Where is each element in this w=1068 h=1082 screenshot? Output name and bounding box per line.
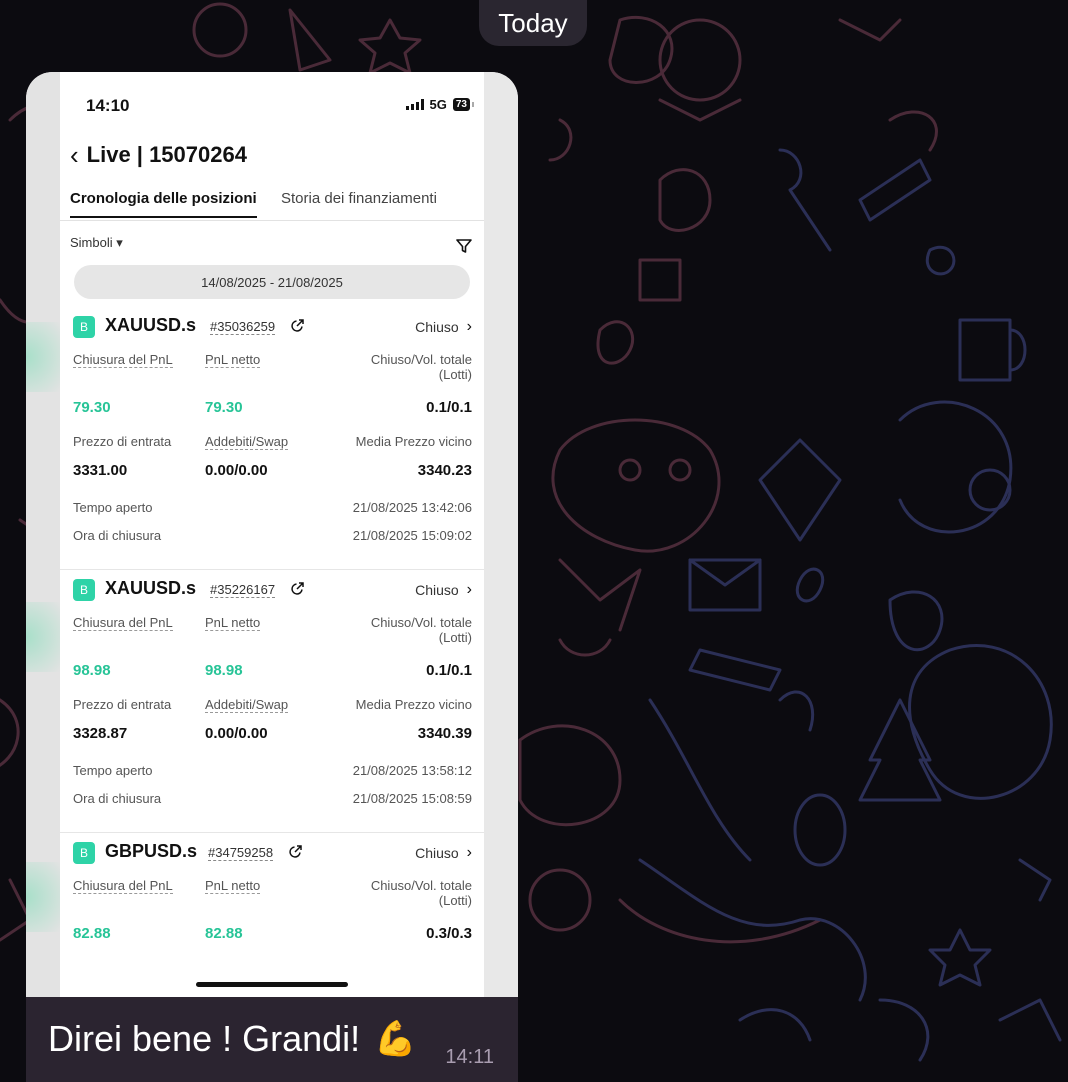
- buy-badge: B: [73, 842, 95, 864]
- avg-close-price-label: Media Prezzo vicino: [355, 434, 472, 449]
- open-time-label: Tempo aperto: [73, 500, 153, 515]
- close-time-label: Ora di chiusura: [73, 791, 162, 806]
- volume-value: 0.1/0.1: [426, 662, 472, 679]
- open-time-value: 21/08/2025 13:58:12: [352, 763, 472, 778]
- battery-icon: 73: [452, 98, 475, 111]
- signal-icon: [405, 99, 424, 110]
- avg-close-price-label: Media Prezzo vicino: [355, 697, 472, 712]
- avg-close-price-value: 3340.39: [417, 725, 472, 742]
- funnel-icon[interactable]: [456, 238, 472, 254]
- position-card[interactable]: B XAUUSD.s #35036259 Chiuso › Chiusura de…: [60, 307, 484, 570]
- external-link-icon[interactable]: [290, 318, 305, 333]
- status-closed-link[interactable]: Chiuso ›: [415, 318, 472, 336]
- order-id[interactable]: #34759258: [208, 845, 274, 861]
- fees-swap-label: Addebiti/Swap: [205, 697, 289, 713]
- volume-label: Chiuso/Vol. totale (Lotti): [370, 352, 472, 382]
- home-indicator: [196, 982, 348, 987]
- date-range-selector[interactable]: 14/08/2025 - 21/08/2025: [74, 265, 470, 299]
- order-id[interactable]: #35036259: [210, 319, 276, 335]
- phone-screen: 14:10 5G 73 ‹ Live | 15070264 Cronologia…: [60, 72, 484, 997]
- status-closed-link[interactable]: Chiuso ›: [415, 581, 472, 599]
- avg-close-price-value: 3340.23: [417, 462, 472, 479]
- chevron-left-icon[interactable]: ‹: [70, 142, 79, 168]
- message-bubble[interactable]: 14:10 5G 73 ‹ Live | 15070264 Cronologia…: [26, 72, 518, 1082]
- close-time-value: 21/08/2025 15:09:02: [352, 528, 472, 543]
- pnl-net-label: PnL netto: [205, 352, 261, 368]
- symbol-name: XAUUSD.s: [105, 578, 197, 598]
- status-label: Chiuso: [415, 582, 459, 598]
- external-link-icon[interactable]: [288, 844, 303, 859]
- pnl-close-value: 79.30: [73, 399, 111, 416]
- nav-header: ‹ Live | 15070264: [70, 142, 247, 168]
- status-label: Chiuso: [415, 319, 459, 335]
- volume-value: 0.1/0.1: [426, 399, 472, 416]
- flexed-biceps-emoji: 💪: [374, 1020, 417, 1058]
- tab-funding-history[interactable]: Storia dei finanziamenti: [281, 190, 437, 207]
- volume-label: Chiuso/Vol. totale (Lotti): [370, 878, 472, 908]
- position-card[interactable]: B XAUUSD.s #35226167 Chiuso › Chiusura de…: [60, 570, 484, 833]
- order-id[interactable]: #35226167: [210, 582, 276, 598]
- screenshot-left-margin: [26, 72, 60, 997]
- status-label: Chiuso: [415, 845, 459, 861]
- volume-label: Chiuso/Vol. totale (Lotti): [370, 615, 472, 645]
- pnl-net-value: 82.88: [205, 925, 243, 942]
- pnl-close-value: 98.98: [73, 662, 111, 679]
- tab-bar: Cronologia delle posizioni Storia dei fi…: [60, 190, 484, 221]
- pnl-close-label: Chiusura del PnL: [73, 615, 173, 631]
- chevron-right-icon: ›: [466, 844, 472, 861]
- close-time-value: 21/08/2025 15:08:59: [352, 791, 472, 806]
- chevron-right-icon: ›: [466, 318, 472, 335]
- symbol-name: XAUUSD.s: [105, 315, 197, 335]
- page-title: Live | 15070264: [86, 142, 247, 167]
- entry-price-value: 3331.00: [73, 462, 128, 479]
- message-text: Direi bene ! Grandi! 💪: [48, 1018, 417, 1060]
- symbol-name: GBPUSD.s: [105, 841, 198, 861]
- close-time-label: Ora di chiusura: [73, 528, 162, 543]
- open-time-value: 21/08/2025 13:42:06: [352, 500, 472, 515]
- fees-swap-label: Addebiti/Swap: [205, 434, 289, 450]
- open-time-label: Tempo aperto: [73, 763, 153, 778]
- entry-price-value: 3328.87: [73, 725, 128, 742]
- pnl-net-label: PnL netto: [205, 878, 261, 894]
- pnl-close-value: 82.88: [73, 925, 111, 942]
- status-closed-link[interactable]: Chiuso ›: [415, 844, 472, 862]
- pnl-close-label: Chiusura del PnL: [73, 878, 173, 894]
- external-link-icon[interactable]: [290, 581, 305, 596]
- attached-screenshot-image[interactable]: 14:10 5G 73 ‹ Live | 15070264 Cronologia…: [26, 72, 518, 997]
- pnl-net-label: PnL netto: [205, 615, 261, 631]
- fees-swap-value: 0.00/0.00: [205, 725, 268, 742]
- message-timestamp: 14:11: [445, 1046, 494, 1068]
- tab-position-history[interactable]: Cronologia delle posizioni: [70, 190, 257, 218]
- screenshot-right-margin: [484, 72, 518, 997]
- pnl-net-value: 98.98: [205, 662, 243, 679]
- position-card[interactable]: B GBPUSD.s #34759258 Chiuso › Chiusura de…: [60, 833, 484, 973]
- network-label: 5G: [429, 97, 447, 112]
- entry-price-label: Prezzo di entrata: [73, 697, 172, 712]
- status-bar-time: 14:10: [86, 96, 130, 115]
- status-bar-indicators: 5G 73: [405, 97, 475, 112]
- entry-price-label: Prezzo di entrata: [73, 434, 172, 449]
- buy-badge: B: [73, 316, 95, 338]
- buy-badge: B: [73, 579, 95, 601]
- chevron-right-icon: ›: [466, 581, 472, 598]
- pnl-close-label: Chiusura del PnL: [73, 352, 173, 368]
- message-body: Direi bene ! Grandi!: [48, 1018, 361, 1059]
- pnl-net-value: 79.30: [205, 399, 243, 416]
- fees-swap-value: 0.00/0.00: [205, 462, 268, 479]
- volume-value: 0.3/0.3: [426, 925, 472, 942]
- symbols-dropdown[interactable]: Simboli ▾: [70, 235, 123, 251]
- date-separator-pill: Today: [479, 0, 587, 46]
